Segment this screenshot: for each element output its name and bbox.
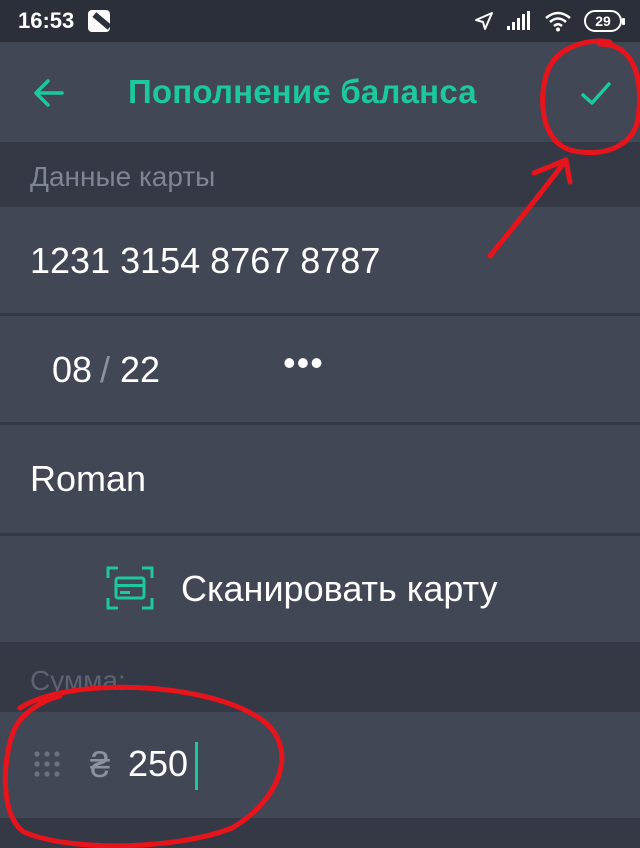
signal-icon — [506, 11, 532, 31]
expiry-separator: / — [100, 349, 111, 390]
expiry-year-field[interactable]: 22 — [120, 349, 160, 391]
card-number-field[interactable]: 1231 3154 8767 8787 — [0, 207, 640, 313]
page-title: Пополнение баланса — [128, 73, 477, 110]
expiry-month-field[interactable]: 08 — [52, 349, 92, 391]
app-bar: Пополнение баланса — [0, 42, 640, 142]
card-holder-field[interactable]: Roman — [0, 425, 640, 533]
scan-card-label: Сканировать карту — [181, 568, 498, 609]
card-number-value: 1231 3154 8767 8787 — [30, 240, 381, 281]
currency-symbol: ₴ — [90, 744, 111, 785]
amount-input[interactable] — [128, 740, 428, 788]
card-holder-value: Roman — [30, 458, 147, 499]
wifi-icon — [544, 10, 572, 32]
status-time: 16:53 — [18, 8, 75, 33]
keypad-grip-icon — [32, 749, 62, 779]
cvv-field[interactable]: ••• — [283, 342, 324, 384]
expiry-cvv-row: 08 / 22 ••• — [0, 316, 640, 422]
card-data-label: Данные карты — [30, 161, 216, 192]
app-notification-icon — [88, 10, 111, 32]
amount-label: Сумма: — [30, 665, 126, 696]
amount-field[interactable]: ₴ — [0, 712, 640, 818]
arrow-left-icon[interactable] — [32, 76, 66, 110]
battery-icon: 29 — [584, 10, 625, 32]
status-icons: 29 — [474, 10, 625, 32]
status-bar: 16:53 29 — [0, 0, 640, 42]
annotation-arrow-head — [531, 157, 573, 185]
scan-card-button[interactable]: Сканировать карту — [0, 536, 640, 642]
card-scan-icon — [106, 566, 154, 610]
location-arrow-icon — [474, 11, 494, 31]
checkmark-icon[interactable] — [578, 76, 614, 112]
text-cursor — [195, 742, 198, 790]
